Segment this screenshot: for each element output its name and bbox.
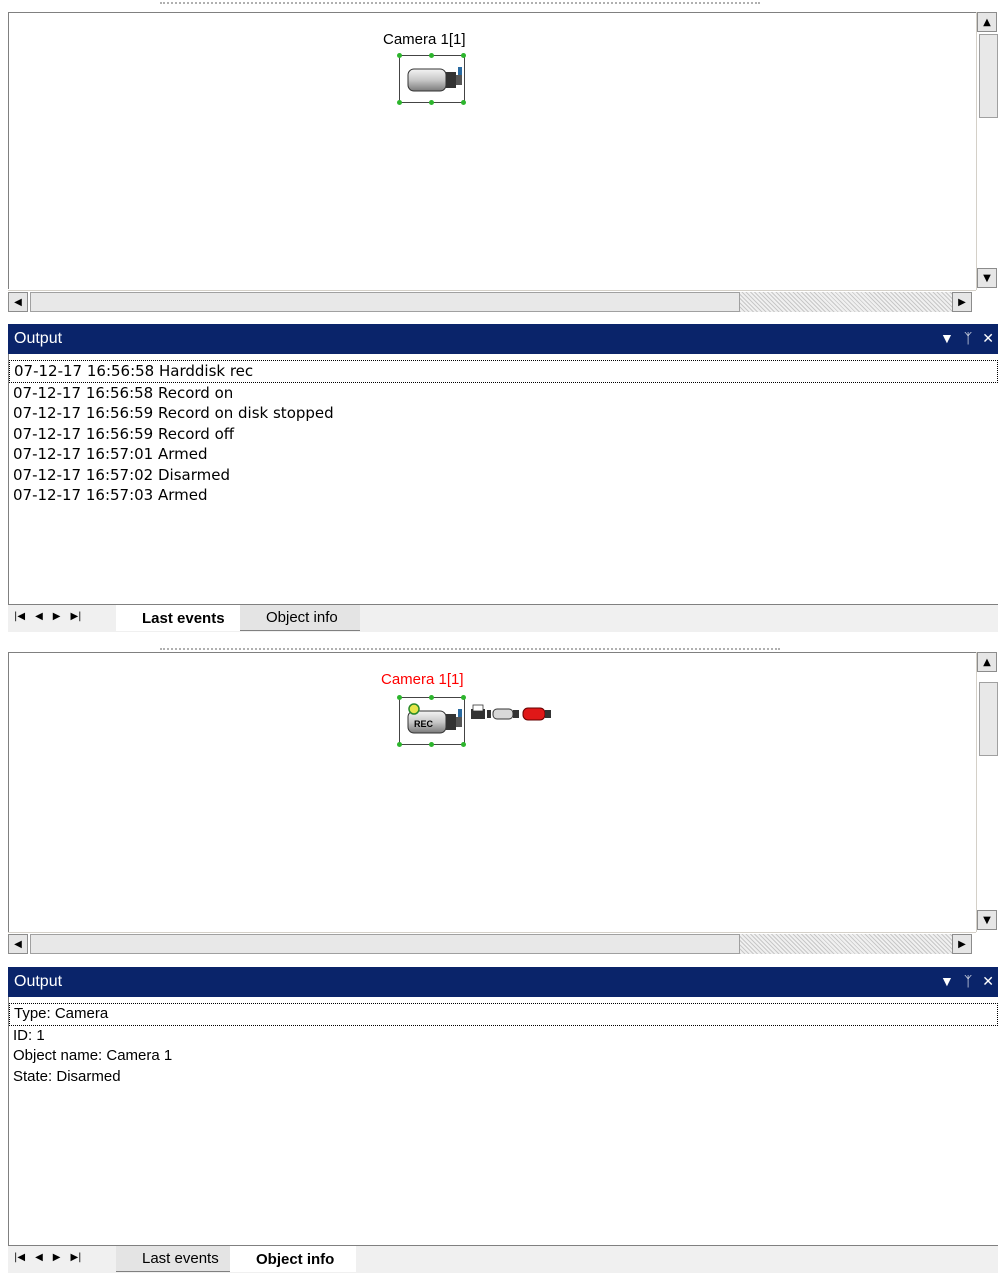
scroll-down-button[interactable]: ▼ — [977, 268, 997, 288]
scroll-thumb[interactable] — [30, 292, 740, 312]
dropdown-arrow-icon[interactable]: ▼ — [940, 330, 954, 347]
resize-handle[interactable] — [461, 53, 466, 58]
last-icon[interactable]: ▶| — [70, 1252, 81, 1263]
first-icon[interactable]: |◀ — [14, 1252, 25, 1263]
rec-label: REC — [414, 719, 434, 729]
resize-handle[interactable] — [429, 742, 434, 747]
next-icon[interactable]: ▶ — [53, 611, 61, 622]
output-line: ID: 1 — [13, 1026, 45, 1044]
resize-handle[interactable] — [429, 100, 434, 105]
resize-handle[interactable] — [461, 695, 466, 700]
vertical-scrollbar[interactable]: ▲ ▼ — [976, 652, 998, 932]
resize-handle[interactable] — [397, 742, 402, 747]
resize-handle[interactable] — [429, 53, 434, 58]
camera-label: Camera 1[1] — [383, 31, 466, 48]
tab-label: Object info — [256, 1250, 335, 1268]
scroll-up-button[interactable]: ▲ — [977, 12, 997, 32]
camera-icon: REC — [407, 703, 462, 734]
close-icon[interactable]: ✕ — [982, 973, 994, 990]
camera-state-icons — [471, 704, 551, 721]
tab-label: Last events — [142, 1250, 219, 1267]
tab-last-events[interactable]: Last events — [116, 1246, 241, 1272]
output-header: Output ▼ ᛉ ✕ — [8, 324, 998, 354]
output-line: Object name: Camera 1 — [13, 1047, 173, 1064]
output-line: 07-12-17 16:56:59 Record on disk stopped — [13, 404, 334, 422]
tab-label: Object info — [266, 609, 338, 626]
camera-object[interactable] — [397, 53, 469, 105]
output-line: 07-12-17 16:56:59 Record off — [13, 424, 235, 443]
tab-last-events[interactable]: Last events — [116, 605, 247, 631]
prev-icon[interactable]: ◀ — [35, 611, 43, 622]
pin-icon[interactable]: ᛉ — [964, 330, 972, 347]
scroll-thumb[interactable] — [979, 682, 998, 756]
output-line: Type: Camera — [9, 1003, 998, 1026]
map-panel-top: Camera 1[1] ▲ ▼ ◀ ▶ Output ▼ ᛉ ✕ 07-12-1… — [0, 0, 998, 640]
map-panel-bottom: Camera 1[1] REC ▲ ▼ ◀ ▶ Output ▼ ᛉ ✕ Typ… — [0, 640, 998, 1273]
scroll-track — [740, 934, 952, 954]
scroll-right-button[interactable]: ▶ — [952, 934, 972, 954]
resize-handle[interactable] — [429, 695, 434, 700]
scroll-up-button[interactable]: ▲ — [977, 652, 997, 672]
output-line: 07-12-17 16:57:01 Armed — [13, 445, 208, 463]
resize-handle[interactable] — [397, 100, 402, 105]
last-icon[interactable]: ▶| — [70, 611, 81, 622]
camera-label: Camera 1[1] — [381, 671, 464, 688]
output-line: 07-12-17 16:56:58 Record on — [13, 383, 234, 402]
close-icon[interactable]: ✕ — [982, 330, 994, 347]
scroll-right-button[interactable]: ▶ — [952, 292, 972, 312]
scroll-left-button[interactable]: ◀ — [8, 292, 28, 312]
map-top-border — [160, 648, 780, 650]
resize-handle[interactable] — [461, 742, 466, 747]
output-title: Output — [14, 330, 63, 347]
output-line: 07-12-17 16:57:02 Disarmed — [13, 465, 230, 484]
scroll-thumb[interactable] — [30, 934, 740, 954]
output-line: 07-12-17 16:56:58 Harddisk rec — [9, 360, 998, 383]
horizontal-scrollbar[interactable]: ◀ ▶ — [8, 932, 976, 954]
output-header: Output ▼ ᛉ ✕ — [8, 967, 998, 997]
output-body: Type: Camera ID: 1 Object name: Camera 1… — [8, 997, 998, 1245]
pin-icon[interactable]: ᛉ — [964, 973, 972, 990]
dropdown-arrow-icon[interactable]: ▼ — [940, 973, 954, 990]
scroll-down-button[interactable]: ▼ — [977, 910, 997, 930]
next-icon[interactable]: ▶ — [53, 1252, 61, 1263]
resize-handle[interactable] — [397, 695, 402, 700]
camera-object[interactable]: REC — [397, 695, 469, 747]
vertical-scrollbar[interactable]: ▲ ▼ — [976, 12, 998, 290]
tab-object-info[interactable]: Object info — [230, 1246, 357, 1272]
horizontal-scrollbar[interactable]: ◀ ▶ — [8, 290, 976, 312]
tab-label: Last events — [142, 609, 225, 627]
scroll-thumb[interactable] — [979, 34, 998, 118]
output-line: State: Disarmed — [13, 1067, 121, 1085]
tab-bar: |◀ ◀ ▶ ▶| Last events Object info — [8, 1245, 998, 1273]
tab-object-info[interactable]: Object info — [240, 605, 360, 631]
map-top-border — [160, 2, 760, 4]
prev-icon[interactable]: ◀ — [35, 1252, 43, 1263]
scroll-left-button[interactable]: ◀ — [8, 934, 28, 954]
map-canvas[interactable]: Camera 1[1] — [8, 12, 976, 289]
scroll-track — [740, 292, 952, 312]
first-icon[interactable]: |◀ — [14, 611, 25, 622]
resize-handle[interactable] — [461, 100, 466, 105]
output-body: 07-12-17 16:56:58 Harddisk rec 07-12-17 … — [8, 354, 998, 604]
output-line: 07-12-17 16:57:03 Armed — [13, 486, 208, 504]
map-canvas[interactable]: Camera 1[1] REC — [8, 652, 976, 932]
tab-bar: |◀ ◀ ▶ ▶| Last events Object info — [8, 604, 998, 632]
resize-handle[interactable] — [397, 53, 402, 58]
output-title: Output — [14, 973, 63, 990]
camera-icon — [407, 67, 462, 92]
